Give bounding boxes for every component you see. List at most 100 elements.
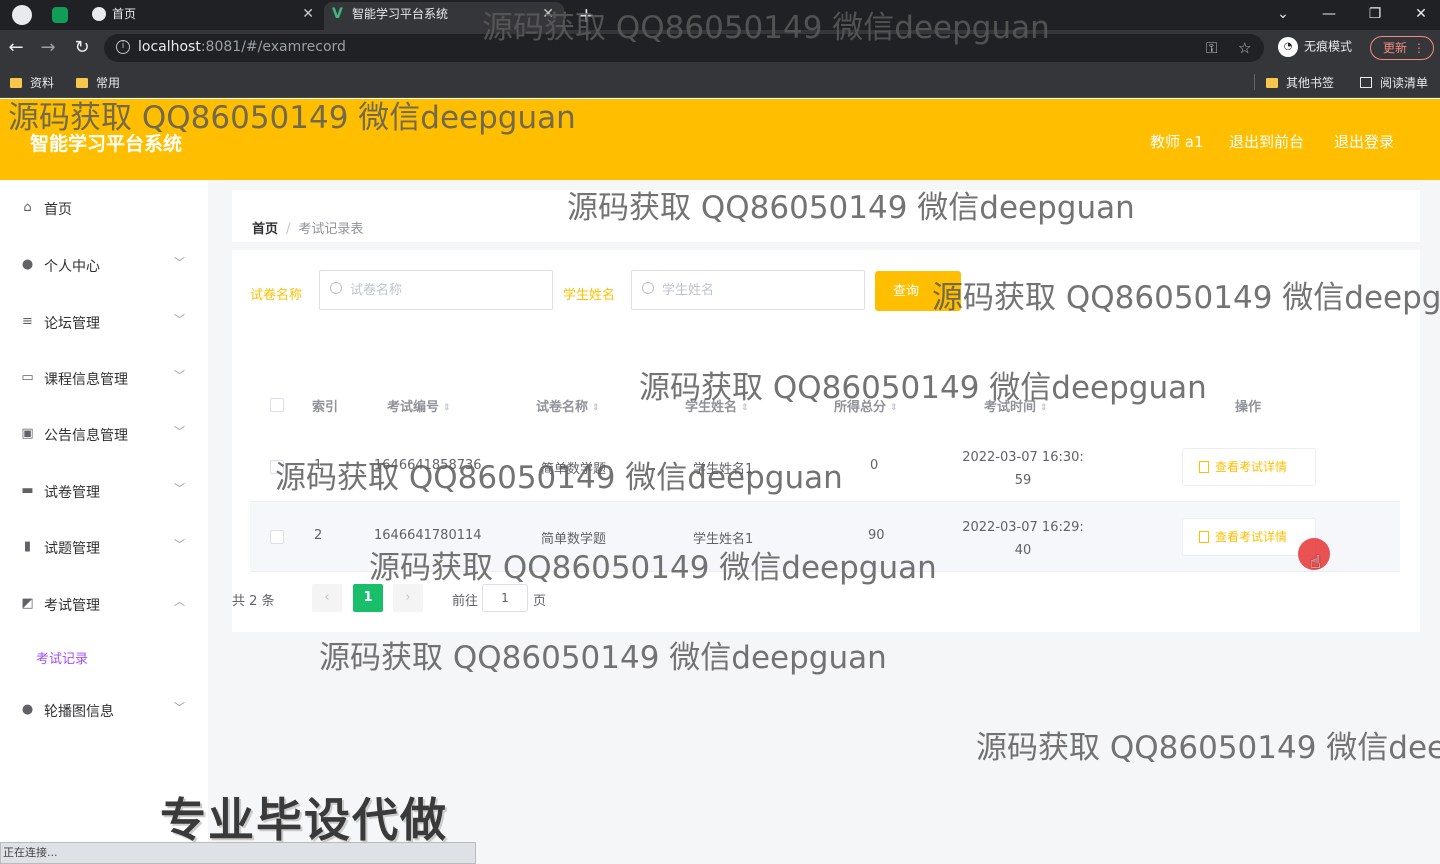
chevron-down-icon: ﹀	[174, 482, 185, 495]
card-icon: ▭	[21, 370, 34, 385]
view-exam-detail-button[interactable]: 查看考试详情	[1182, 518, 1316, 556]
cell-index: 1	[314, 458, 323, 473]
bar-chart-icon: ▮	[23, 539, 32, 554]
paper-filter-label: 试卷名称	[250, 288, 303, 303]
reading-list[interactable]: 阅读清单	[1360, 74, 1428, 91]
select-all-checkbox[interactable]	[270, 398, 284, 412]
row-checkbox[interactable]	[270, 460, 284, 474]
window-close-icon[interactable]: ✕	[1398, 0, 1440, 30]
bookmark-other[interactable]: 其他书签	[1266, 74, 1334, 91]
back-icon[interactable]: ←	[4, 36, 28, 60]
new-tab-icon[interactable]: +	[578, 3, 595, 27]
breadcrumb-bar: 首页 / 考试记录表	[232, 190, 1420, 242]
chevron-down-icon: ﹀	[174, 369, 185, 382]
cell-paper: 简单数学题	[541, 462, 607, 477]
sidebar-item-carousel[interactable]: ● 轮播图信息 ﹀	[0, 682, 208, 738]
chevron-down-icon: ﹀	[174, 538, 185, 551]
update-button[interactable]: 更新 ⋮	[1370, 36, 1434, 60]
clipboard-icon: ▣	[21, 426, 34, 441]
sidebar-item-exam[interactable]: ◩ 考试管理 ︿	[0, 576, 208, 632]
table-header: 索引 考试编号 ⇕ 试卷名称 ⇕ 学生姓名 ⇕ 所得总分 ⇕ 考试时间 ⇕ 操作	[250, 382, 1400, 426]
chevron-up-icon: ︿	[174, 595, 185, 608]
goto-page-input[interactable]: 1	[482, 584, 528, 612]
info-icon[interactable]: i	[116, 40, 130, 54]
close-icon[interactable]: ✕	[302, 2, 314, 26]
sidebar: ⌂ 首页 ● 个人中心 ﹀ ≡ 论坛管理 ﹀ ▭ 课程信息管理 ﹀ ▣ 公告信息…	[0, 180, 208, 864]
col-student[interactable]: 学生姓名 ⇕	[685, 396, 749, 415]
row-checkbox[interactable]	[270, 530, 284, 544]
col-score[interactable]: 所得总分 ⇕	[834, 396, 898, 415]
forward-icon[interactable]: →	[36, 36, 60, 60]
view-exam-detail-button[interactable]: 查看考试详情	[1182, 448, 1316, 486]
reload-icon[interactable]: ↻	[70, 36, 94, 60]
paper-search-field[interactable]	[319, 270, 553, 310]
table-row: 2 1646641780114 简单数学题 学生姓名1 90 2022-03-0…	[250, 502, 1400, 572]
student-search-field[interactable]	[631, 270, 865, 310]
col-exam-no[interactable]: 考试编号 ⇕	[387, 396, 451, 415]
user-icon: ●	[21, 257, 34, 272]
laptop-icon: ▬	[21, 483, 34, 498]
app-favicon-icon[interactable]	[52, 7, 68, 23]
sidebar-subitem-exam-record[interactable]: 考试记录	[36, 648, 88, 667]
next-page-button[interactable]: ›	[393, 584, 423, 612]
search-icon	[330, 282, 342, 294]
breadcrumb-home[interactable]: 首页	[252, 222, 278, 237]
bookmark-folder[interactable]: 常用	[76, 74, 120, 91]
document-icon	[1199, 461, 1209, 473]
browser-menu-icon[interactable]	[12, 5, 32, 25]
vue-icon: V	[332, 6, 343, 22]
incognito-indicator[interactable]: ◔ 无痕模式	[1278, 37, 1352, 57]
sidebar-item-course[interactable]: ▭ 课程信息管理 ﹀	[0, 350, 208, 406]
col-paper[interactable]: 试卷名称 ⇕	[536, 396, 600, 415]
chevron-down-icon[interactable]: ⌄	[1260, 0, 1306, 30]
pointer-hand-icon: ☝	[1310, 552, 1321, 573]
sort-icon: ⇕	[592, 403, 600, 413]
sidebar-item-paper[interactable]: ▬ 试卷管理 ﹀	[0, 463, 208, 519]
sidebar-item-forum[interactable]: ≡ 论坛管理 ﹀	[0, 294, 208, 350]
browser-tab-bar: 首页 ✕ V 智能学习平台系统 ✕ + ⌄ — ❐ ✕	[0, 0, 1440, 30]
restore-icon[interactable]: ❐	[1352, 0, 1398, 30]
prev-page-button[interactable]: ‹	[312, 584, 342, 612]
chevron-down-icon: ﹀	[174, 256, 185, 269]
line-chart-icon: ◩	[21, 596, 34, 611]
cell-student: 学生姓名1	[693, 462, 754, 477]
sort-icon: ⇕	[1040, 403, 1048, 413]
sidebar-item-notice[interactable]: ▣ 公告信息管理 ﹀	[0, 406, 208, 462]
browser-tab-platform[interactable]: V 智能学习平台系统 ✕	[324, 2, 564, 30]
to-front-link[interactable]: 退出到前台	[1229, 131, 1304, 152]
folder-icon	[1266, 78, 1278, 88]
cell-index: 2	[314, 528, 323, 543]
query-button[interactable]: 查询	[875, 271, 961, 311]
student-search-input[interactable]	[662, 279, 852, 301]
minimize-icon[interactable]: —	[1306, 0, 1352, 30]
breadcrumb-current: 考试记录表	[298, 222, 364, 237]
close-icon[interactable]: ✕	[542, 2, 554, 26]
star-icon[interactable]: ☆	[1238, 39, 1251, 57]
url-input[interactable]: i localhost:8081/#/examrecord ⚿ ☆	[104, 34, 1264, 62]
sidebar-item-question[interactable]: ▮ 试题管理 ﹀	[0, 519, 208, 575]
record-panel: 试卷名称 学生姓名 查询 索引 考试编号⇕ 试卷名称⇕ 学生姓名⇕ 所得总分⇕ …	[232, 250, 1420, 632]
tab-title: 智能学习平台系统	[352, 7, 449, 21]
pagination-total: 共 2 条	[232, 594, 275, 609]
key-icon[interactable]: ⚿	[1206, 39, 1217, 57]
cell-time: 2022-03-07 16:29: 40	[962, 520, 1084, 558]
col-time[interactable]: 考试时间 ⇕	[984, 396, 1048, 415]
address-bar: ← → ↻ i localhost:8081/#/examrecord ⚿ ☆ …	[0, 30, 1440, 66]
home-icon: ⌂	[23, 200, 32, 215]
sliders-icon: ≡	[22, 314, 33, 329]
page-number-current[interactable]: 1	[353, 584, 383, 612]
bookmark-folder[interactable]: 资料	[10, 74, 54, 91]
logout-link[interactable]: 退出登录	[1334, 131, 1394, 152]
col-index: 索引	[312, 400, 339, 415]
tab-title: 首页	[112, 7, 137, 21]
sidebar-item-home[interactable]: ⌂ 首页	[0, 180, 208, 236]
browser-tab-home[interactable]: 首页 ✕	[84, 2, 324, 30]
folder-icon	[10, 78, 22, 88]
cell-paper: 简单数学题	[541, 532, 607, 547]
student-filter-label: 学生姓名	[563, 288, 616, 303]
cell-student: 学生姓名1	[693, 532, 754, 547]
sidebar-item-profile[interactable]: ● 个人中心 ﹀	[0, 237, 208, 293]
paper-search-input[interactable]	[350, 279, 540, 301]
globe-icon	[92, 7, 106, 21]
breadcrumb: 首页 / 考试记录表	[252, 222, 364, 237]
